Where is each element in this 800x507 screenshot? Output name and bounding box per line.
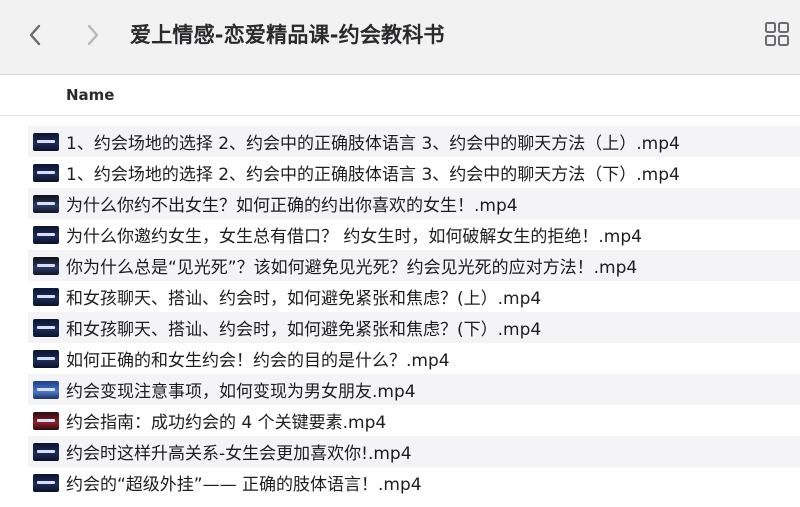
grid-view-icon bbox=[765, 22, 789, 46]
video-thumbnail-icon bbox=[33, 256, 59, 275]
file-name: 1、约会场地的选择 2、约会中的正确肢体语言 3、约会中的聊天方法（下）.mp4 bbox=[66, 165, 680, 185]
file-row[interactable]: 约会指南：成功约会的 4 个关键要素.mp4 bbox=[28, 405, 800, 436]
file-name: 和女孩聊天、搭讪、约会时，如何避免紧张和焦虑？(下）.mp4 bbox=[66, 320, 542, 340]
file-name: 约会指南：成功约会的 4 个关键要素.mp4 bbox=[66, 413, 387, 433]
file-name: 约会变现注意事项，如何变现为男女朋友.mp4 bbox=[66, 382, 416, 402]
file-name: 和女孩聊天、搭讪、约会时，如何避免紧张和焦虑？(上）.mp4 bbox=[66, 289, 542, 309]
chevron-left-icon bbox=[29, 24, 41, 46]
file-name: 为什么你约不出女生？如何正确的约出你喜欢的女生！.mp4 bbox=[66, 196, 518, 216]
video-thumbnail-icon bbox=[33, 380, 59, 399]
file-row[interactable]: 和女孩聊天、搭讪、约会时，如何避免紧张和焦虑？(上）.mp4 bbox=[28, 281, 800, 312]
file-name: 约会的“超级外挂”—— 正确的肢体语言！.mp4 bbox=[66, 475, 422, 495]
file-name: 为什么你邀约女生，女生总有借口？ 约女生时，如何破解女生的拒绝！.mp4 bbox=[66, 227, 642, 247]
video-thumbnail-icon bbox=[33, 349, 59, 368]
file-row[interactable]: 约会的“超级外挂”—— 正确的肢体语言！.mp4 bbox=[28, 467, 800, 498]
file-name: 1、约会场地的选择 2、约会中的正确肢体语言 3、约会中的聊天方法（上）.mp4 bbox=[66, 134, 680, 154]
file-row[interactable]: 和女孩聊天、搭讪、约会时，如何避免紧张和焦虑？(下）.mp4 bbox=[28, 312, 800, 343]
file-list: 1、约会场地的选择 2、约会中的正确肢体语言 3、约会中的聊天方法（上）.mp4… bbox=[0, 126, 800, 498]
file-row[interactable]: 你为什么总是“见光死”？该如何避免见光死？约会见光死的应对方法！.mp4 bbox=[28, 250, 800, 281]
file-row[interactable]: 约会时这样升高关系-女生会更加喜欢你!.mp4 bbox=[28, 436, 800, 467]
video-thumbnail-icon bbox=[33, 287, 59, 306]
back-button[interactable] bbox=[20, 20, 50, 50]
video-thumbnail-icon bbox=[33, 225, 59, 244]
video-thumbnail-icon bbox=[33, 318, 59, 337]
file-row[interactable]: 1、约会场地的选择 2、约会中的正确肢体语言 3、约会中的聊天方法（上）.mp4 bbox=[28, 126, 800, 157]
toolbar: 爱上情感-恋爱精品课-约会教科书 bbox=[0, 0, 800, 75]
file-row[interactable]: 为什么你邀约女生，女生总有借口？ 约女生时，如何破解女生的拒绝！.mp4 bbox=[28, 219, 800, 250]
file-name: 如何正确的和女生约会！约会的目的是什么？.mp4 bbox=[66, 351, 450, 371]
name-column-header[interactable]: Name bbox=[66, 86, 114, 104]
file-name: 约会时这样升高关系-女生会更加喜欢你!.mp4 bbox=[66, 444, 412, 464]
window-title: 爱上情感-恋爱精品课-约会教科书 bbox=[130, 23, 445, 47]
file-name: 你为什么总是“见光死”？该如何避免见光死？约会见光死的应对方法！.mp4 bbox=[66, 258, 638, 278]
video-thumbnail-icon bbox=[33, 411, 59, 430]
video-thumbnail-icon bbox=[33, 132, 59, 151]
video-thumbnail-icon bbox=[33, 163, 59, 182]
file-row[interactable]: 为什么你约不出女生？如何正确的约出你喜欢的女生！.mp4 bbox=[28, 188, 800, 219]
file-row[interactable]: 如何正确的和女生约会！约会的目的是什么？.mp4 bbox=[28, 343, 800, 374]
video-thumbnail-icon bbox=[33, 442, 59, 461]
video-thumbnail-icon bbox=[33, 194, 59, 213]
file-row[interactable]: 约会变现注意事项，如何变现为男女朋友.mp4 bbox=[28, 374, 800, 405]
file-row[interactable]: 1、约会场地的选择 2、约会中的正确肢体语言 3、约会中的聊天方法（下）.mp4 bbox=[28, 157, 800, 188]
view-toggle-button[interactable] bbox=[763, 20, 791, 48]
forward-button[interactable] bbox=[78, 20, 108, 50]
column-header-row: Name bbox=[0, 75, 800, 116]
video-thumbnail-icon bbox=[33, 473, 59, 492]
chevron-right-icon bbox=[87, 24, 99, 46]
